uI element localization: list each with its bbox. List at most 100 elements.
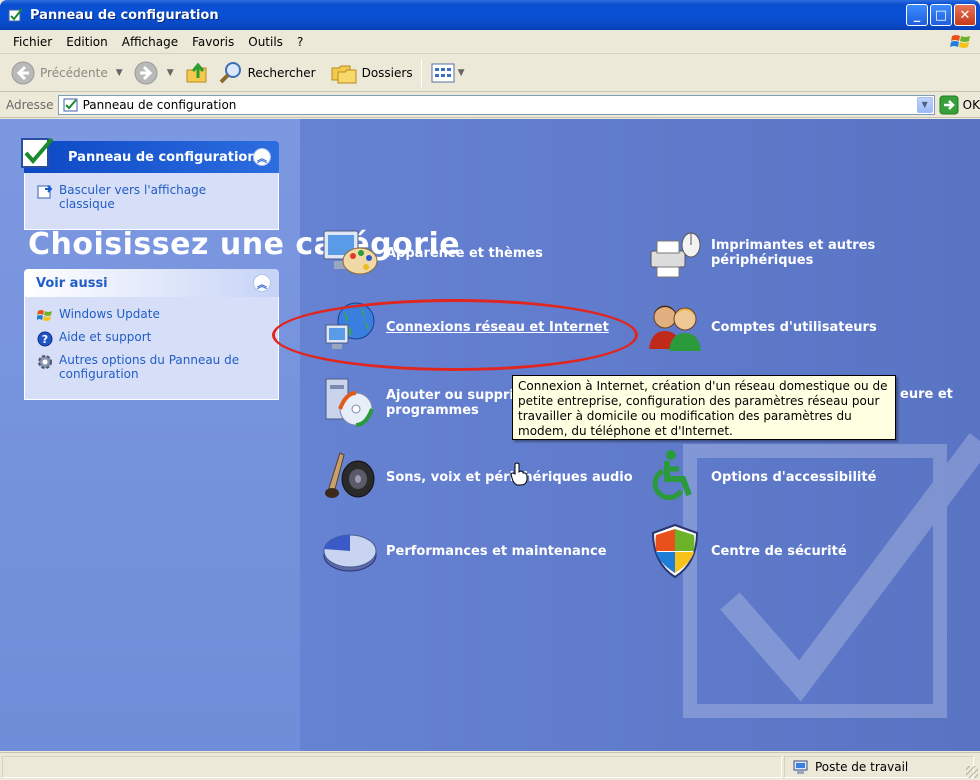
switch-view-icon	[37, 185, 53, 199]
maximize-icon: □	[934, 7, 948, 23]
minimize-icon: _	[913, 7, 921, 23]
menu-edit[interactable]: Edition	[59, 33, 115, 51]
close-icon: ✕	[959, 7, 971, 23]
status-bar: Poste de travail	[0, 752, 980, 780]
highlight-ellipse	[272, 299, 638, 371]
accessibility-icon	[652, 450, 692, 501]
control-panel-box-body: Basculer vers l'affichage classique	[24, 173, 279, 230]
back-dropdown-icon[interactable]: ▼	[116, 68, 123, 78]
status-main-cell	[2, 755, 782, 778]
other-options-label: Autres options du Panneau de configurati…	[59, 353, 240, 381]
collapse-icon[interactable]: ︽	[253, 274, 271, 292]
category-add-remove-programs[interactable]: Ajouter ou suppri programmes	[320, 373, 514, 433]
menu-file[interactable]: Fichier	[6, 33, 59, 51]
category-label: Performances et maintenance	[386, 543, 607, 559]
category-label: Centre de sécurité	[711, 543, 847, 559]
gear-icon	[38, 355, 52, 369]
category-appearance-themes[interactable]: Apparence et thèmes	[320, 223, 543, 283]
other-options-link[interactable]: Autres options du Panneau de configurati…	[37, 353, 268, 381]
category-sounds-audio[interactable]: Sons, voix et périphériques audio	[320, 447, 633, 507]
back-arrow-icon	[11, 61, 35, 84]
back-label: Précédente	[40, 65, 108, 80]
category-date-time[interactable]: eure et	[900, 387, 953, 402]
menu-help[interactable]: ?	[290, 33, 310, 51]
minimize-button[interactable]: _	[906, 4, 928, 26]
windows-update-link[interactable]: Windows Update	[37, 307, 268, 324]
svg-text:?: ?	[42, 333, 48, 346]
category-label-partial: eure et	[900, 387, 953, 402]
address-bar: Adresse Panneau de configuration ▼ OK	[0, 92, 980, 118]
title-bar[interactable]: Panneau de configuration _ □ ✕	[0, 0, 980, 30]
address-label: Adresse	[6, 97, 54, 112]
address-value: Panneau de configuration	[82, 97, 237, 112]
up-folder-icon	[186, 62, 207, 82]
category-label: Comptes d'utilisateurs	[711, 319, 877, 335]
toolbar-separator	[420, 58, 422, 87]
search-button[interactable]: Rechercher	[214, 58, 320, 88]
forward-arrow-icon	[134, 61, 158, 84]
user-accounts-icon	[649, 305, 701, 351]
control-panel-box-title: Panneau de configuration	[68, 149, 257, 165]
help-support-link[interactable]: ? Aide et support	[37, 330, 268, 347]
category-performance-maintenance[interactable]: Performances et maintenance	[320, 521, 607, 581]
appearance-themes-icon	[323, 230, 378, 275]
collapse-icon[interactable]: ︽	[253, 148, 271, 166]
windows-update-icon	[37, 310, 52, 321]
forward-dropdown-icon[interactable]: ▼	[167, 68, 174, 78]
control-panel-small-icon	[63, 98, 78, 111]
status-zone-label: Poste de travail	[815, 759, 909, 774]
see-also-title: Voir aussi	[36, 275, 108, 291]
category-printers[interactable]: Imprimantes et autres périphériques	[645, 223, 881, 283]
control-panel-icon	[8, 8, 23, 22]
menu-view[interactable]: Affichage	[115, 33, 185, 51]
shield-icon	[651, 523, 699, 579]
close-button[interactable]: ✕	[954, 4, 976, 26]
folders-label: Dossiers	[361, 65, 413, 80]
back-button[interactable]: Précédente	[6, 58, 112, 88]
maximize-button[interactable]: □	[930, 4, 952, 26]
category-label-partial: Ajouter ou suppri programmes	[386, 388, 514, 418]
see-also-body: Windows Update ? Aide et support Autres …	[24, 297, 279, 400]
windows-update-label: Windows Update	[59, 307, 160, 321]
speaker-icon	[325, 452, 375, 498]
go-arrow-icon	[939, 95, 959, 114]
category-accessibility[interactable]: Options d'accessibilité	[645, 447, 876, 507]
go-button[interactable]: OK	[939, 95, 980, 115]
search-label: Rechercher	[247, 65, 316, 80]
views-icon	[431, 63, 455, 82]
see-also-header[interactable]: Voir aussi ︽	[24, 269, 279, 297]
category-label: Options d'accessibilité	[711, 469, 877, 485]
menu-favorites[interactable]: Favoris	[185, 33, 241, 51]
status-zone-cell: Poste de travail	[784, 755, 974, 778]
windows-logo-icon	[950, 35, 970, 48]
hand-cursor-icon	[510, 462, 528, 486]
toolbar: Précédente ▼ ▼ Rechercher Dossiers ▼	[0, 54, 980, 92]
address-dropdown-button[interactable]: ▼	[916, 96, 933, 113]
category-label-line1: Ajouter ou suppri	[386, 388, 514, 403]
menu-tools[interactable]: Outils	[241, 33, 290, 51]
category-user-accounts[interactable]: Comptes d'utilisateurs	[645, 297, 877, 357]
address-input[interactable]: Panneau de configuration ▼	[57, 94, 935, 115]
switch-classic-view-label: Basculer vers l'affichage classique	[59, 183, 207, 211]
category-tooltip: Connexion à Internet, création d'un rése…	[512, 375, 896, 440]
add-remove-programs-icon	[325, 378, 374, 427]
folders-button[interactable]: Dossiers	[326, 58, 417, 88]
task-pane: Panneau de configuration ︽ Basculer vers…	[0, 119, 300, 751]
category-security-center[interactable]: Centre de sécurité	[645, 521, 847, 581]
chevron-down-icon: ▼	[921, 100, 928, 109]
help-support-label: Aide et support	[59, 330, 152, 344]
control-panel-box-header[interactable]: Panneau de configuration ︽	[21, 137, 279, 173]
forward-button[interactable]	[129, 58, 163, 88]
performance-icon	[323, 534, 377, 572]
see-also-task-box: Voir aussi ︽ Windows Update ? Aide et su…	[24, 269, 279, 400]
printer-icon	[650, 232, 701, 278]
control-panel-large-icon	[21, 137, 54, 168]
category-label: Imprimantes et autres périphériques	[711, 238, 876, 268]
my-computer-icon	[793, 760, 808, 774]
views-dropdown-icon: ▼	[457, 67, 465, 78]
control-panel-task-box: Panneau de configuration ︽ Basculer vers…	[21, 137, 279, 230]
switch-classic-view-link[interactable]: Basculer vers l'affichage classique	[37, 183, 268, 211]
up-folder-button[interactable]	[180, 58, 214, 88]
views-button[interactable]: ▼	[426, 58, 475, 88]
resize-grip[interactable]	[966, 766, 978, 778]
